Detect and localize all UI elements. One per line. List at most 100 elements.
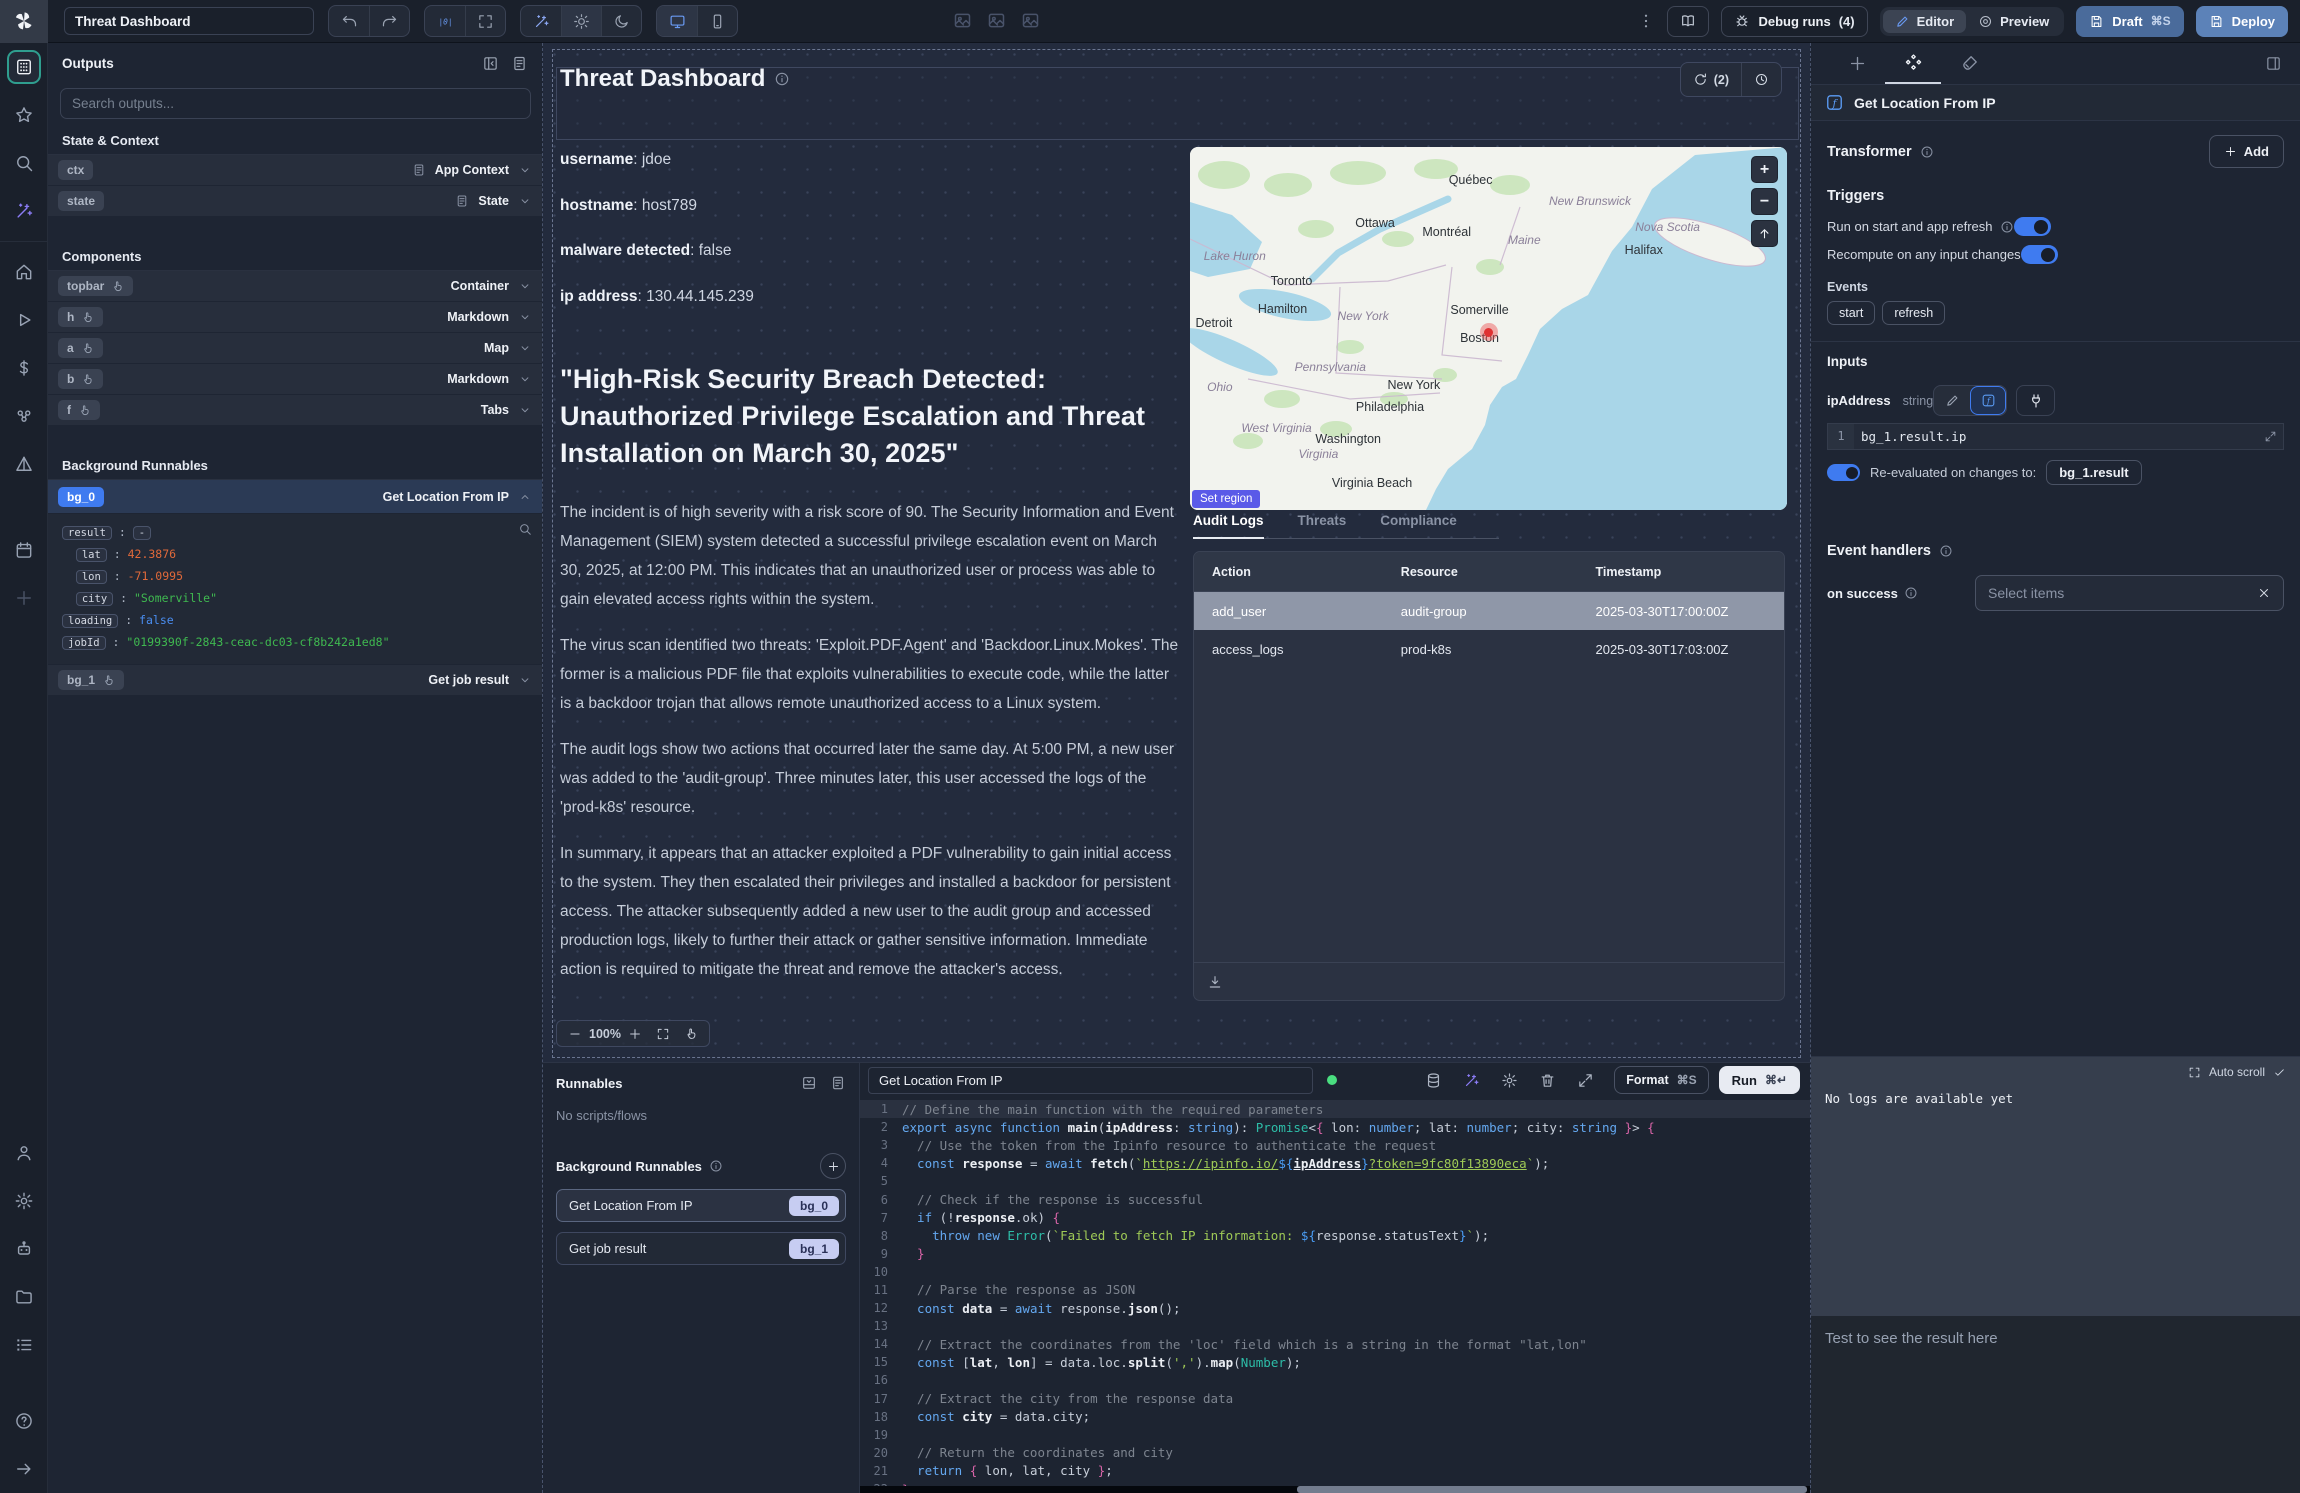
map-zoom-out-button[interactable]: − — [1751, 188, 1778, 215]
jobs-history-button[interactable] — [1741, 63, 1781, 96]
rail-item-app-window[interactable] — [7, 50, 41, 84]
draft-button[interactable]: Draft ⌘S — [2076, 6, 2183, 37]
chevron-down-icon[interactable] — [518, 163, 532, 177]
rail-item-calendar[interactable] — [7, 533, 41, 567]
fit-view-button[interactable] — [465, 6, 505, 36]
refresh-app-button[interactable]: (2) — [1681, 63, 1741, 96]
tree-node-jobId[interactable]: jobId : "0199390f-2843-ceac-dc03-cf8b242… — [62, 632, 528, 654]
tab-compliance[interactable]: Compliance — [1380, 513, 1457, 538]
add-runnable-button[interactable] — [820, 1153, 846, 1179]
tree-search-icon[interactable] — [518, 522, 532, 536]
bg1-chip[interactable]: bg_1 — [58, 670, 124, 690]
tree-node-loading[interactable]: loading : false — [62, 610, 528, 632]
state-row-state[interactable]: stateState — [48, 186, 542, 217]
component-chip-a[interactable]: a — [58, 338, 103, 358]
rail-item-gear[interactable] — [7, 1184, 41, 1218]
chevron-down-icon[interactable] — [518, 403, 532, 417]
chevron-down-icon[interactable] — [518, 194, 532, 208]
rail-item-star[interactable] — [7, 98, 41, 132]
collapse-panel-icon[interactable] — [482, 55, 499, 72]
desktop-view-button[interactable] — [657, 6, 697, 36]
rail-item-user[interactable] — [7, 1136, 41, 1170]
editor-tab[interactable]: Editor — [1883, 10, 1967, 33]
component-row-f[interactable]: fTabs — [48, 395, 542, 426]
add-transformer-button[interactable]: Add — [2209, 135, 2284, 168]
run-on-start-toggle[interactable] — [2014, 217, 2051, 236]
rail-item-home[interactable] — [7, 255, 41, 289]
rail-item-arrow-right[interactable] — [7, 1452, 41, 1486]
download-icon[interactable] — [1207, 974, 1223, 990]
expand-icon[interactable] — [2264, 430, 2277, 443]
reeval-dependency-chip[interactable]: bg_1.result — [2046, 460, 2141, 485]
preview-tab[interactable]: Preview — [1966, 10, 2061, 33]
zoom-in-button[interactable] — [621, 1021, 649, 1046]
code-line-19[interactable]: 19 — [860, 1426, 1810, 1444]
tree-node-lat[interactable]: lat : 42.3876 — [62, 544, 528, 566]
column-header-timestamp[interactable]: Timestamp — [1577, 565, 1784, 579]
code-scrollbar-thumb[interactable] — [1297, 1486, 1807, 1493]
code-line-17[interactable]: 17 // Extract the city from the response… — [860, 1390, 1810, 1408]
code-line-14[interactable]: 14 // Extract the coordinates from the '… — [860, 1335, 1810, 1353]
zoom-out-button[interactable] — [561, 1021, 589, 1046]
set-region-button[interactable]: Set region — [1192, 490, 1260, 508]
column-header-resource[interactable]: Resource — [1383, 565, 1578, 579]
tab-audit-logs[interactable]: Audit Logs — [1193, 513, 1264, 539]
reeval-toggle[interactable] — [1827, 464, 1860, 481]
expression-mode-button[interactable]: f — [1970, 386, 2006, 415]
auto-scroll-checkbox[interactable] — [2273, 1066, 2286, 1079]
windmill-logo[interactable] — [0, 0, 48, 43]
component-chip-b[interactable]: b — [58, 369, 103, 389]
doc-icon[interactable] — [511, 55, 528, 72]
doc-icon[interactable] — [830, 1075, 846, 1091]
clear-icon[interactable] — [2257, 586, 2271, 600]
center-align-button[interactable]: |0| — [425, 6, 465, 36]
script-name-input[interactable]: Get Location From IP — [868, 1067, 1313, 1094]
light-theme-button[interactable] — [561, 6, 601, 36]
component-settings-tab[interactable] — [1885, 43, 1941, 84]
deploy-button[interactable]: Deploy — [2196, 6, 2288, 37]
code-line-4[interactable]: 4 const response = await fetch(`https://… — [860, 1154, 1810, 1172]
runnable-item-bg_0[interactable]: Get Location From IPbg_0 — [556, 1189, 846, 1222]
rail-item-cluster[interactable] — [7, 399, 41, 433]
expand-logs-icon[interactable] — [2188, 1066, 2201, 1079]
expand-editor-icon[interactable] — [1577, 1072, 1594, 1089]
docs-button[interactable] — [1667, 6, 1709, 37]
code-line-3[interactable]: 3 // Use the token from the Ipinfo resou… — [860, 1136, 1810, 1154]
rail-item-prism[interactable] — [7, 447, 41, 481]
component-row-a[interactable]: aMap — [48, 333, 542, 364]
state-row-ctx[interactable]: ctxApp Context — [48, 155, 542, 186]
table-row[interactable]: access_logsprod-k8s2025-03-30T17:03:00Z — [1194, 630, 1784, 668]
code-line-12[interactable]: 12 const data = await response.json(); — [860, 1299, 1810, 1317]
code-line-21[interactable]: 21 return { lon, lat, city }; — [860, 1462, 1810, 1480]
cache-icon[interactable] — [1425, 1072, 1442, 1089]
code-line-6[interactable]: 6 // Check if the response is successful — [860, 1190, 1810, 1208]
app-title-input[interactable] — [64, 7, 314, 35]
code-line-11[interactable]: 11 // Parse the response as JSON — [860, 1281, 1810, 1299]
on-success-select[interactable]: Select items — [1975, 575, 2284, 611]
insert-component-tab[interactable] — [1829, 43, 1885, 84]
debug-runs-button[interactable]: Debug runs (4) — [1721, 6, 1867, 37]
styling-tab[interactable] — [1941, 43, 1997, 84]
more-menu-icon[interactable] — [1637, 12, 1655, 30]
table-row[interactable]: add_useraudit-group2025-03-30T17:00:00Z — [1194, 592, 1784, 630]
connect-input-button[interactable] — [2016, 385, 2055, 416]
rail-item-wand[interactable] — [7, 194, 41, 228]
rail-item-play[interactable] — [7, 303, 41, 337]
code-line-16[interactable]: 16 — [860, 1371, 1810, 1389]
chevron-down-icon[interactable] — [518, 310, 532, 324]
tab-threats[interactable]: Threats — [1298, 513, 1347, 538]
rail-item-dollar[interactable] — [7, 351, 41, 385]
rail-item-folder[interactable] — [7, 1280, 41, 1314]
rail-item-robot[interactable] — [7, 1232, 41, 1266]
column-header-action[interactable]: Action — [1194, 565, 1383, 579]
settings-icon[interactable] — [1501, 1072, 1518, 1089]
collapse-right-panel-icon[interactable] — [2265, 55, 2282, 72]
ai-wand-button[interactable] — [521, 6, 561, 36]
map-component[interactable]: QuébecOttawaMontréalNew BrunswickNova Sc… — [1190, 147, 1787, 510]
code-line-20[interactable]: 20 // Return the coordinates and city — [860, 1444, 1810, 1462]
code-line-7[interactable]: 7 if (!response.ok) { — [860, 1209, 1810, 1227]
code-line-8[interactable]: 8 throw new Error(`Failed to fetch IP in… — [860, 1227, 1810, 1245]
static-mode-button[interactable] — [1934, 386, 1970, 415]
input-expression-editor[interactable]: 1 bg_1.result.ip — [1827, 423, 2284, 450]
code-line-10[interactable]: 10 — [860, 1263, 1810, 1281]
